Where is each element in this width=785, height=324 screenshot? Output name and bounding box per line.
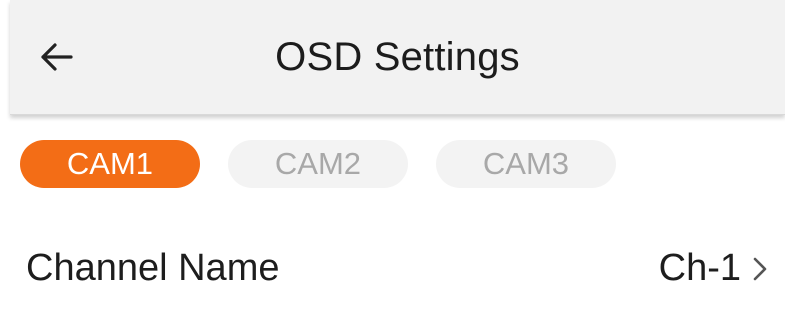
channel-name-value: Ch-1	[658, 247, 741, 289]
channel-name-label: Channel Name	[26, 247, 280, 289]
tab-cam2[interactable]: CAM2	[228, 140, 408, 188]
app-header: OSD Settings	[10, 0, 785, 115]
tab-cam3[interactable]: CAM3	[436, 140, 616, 188]
chevron-right-icon	[749, 254, 771, 284]
tab-cam1[interactable]: CAM1	[20, 140, 200, 188]
page-title: OSD Settings	[275, 35, 520, 79]
channel-name-row[interactable]: Channel Name Ch-1	[0, 232, 785, 308]
osd-settings-screen: OSD Settings CAM1 CAM2 CAM3 Channel Name…	[0, 0, 785, 324]
camera-tabs: CAM1 CAM2 CAM3	[20, 140, 616, 188]
